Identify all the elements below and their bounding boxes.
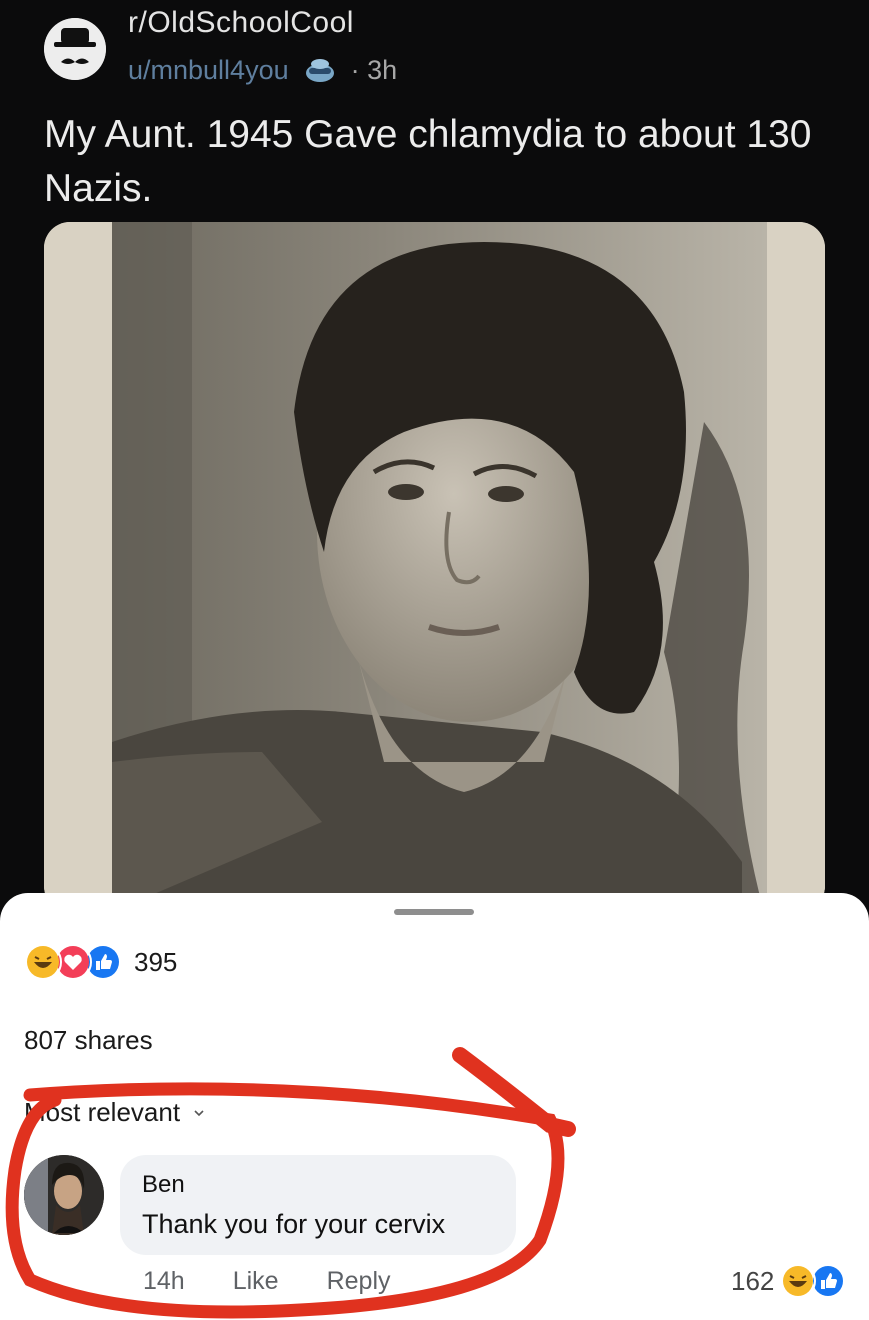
comment-sort-dropdown[interactable]: Most relevant	[24, 1097, 204, 1128]
username-link[interactable]: u/mnbull4you	[128, 55, 289, 86]
laugh-icon	[780, 1263, 817, 1299]
post-meta: u/mnbull4you · 3h	[128, 55, 397, 86]
comment-time[interactable]: 14h	[143, 1267, 185, 1296]
shares-count[interactable]: 807 shares	[24, 1025, 153, 1056]
reddit-post: r/OldSchoolCool u/mnbull4you · 3h My Aun…	[0, 0, 869, 912]
comment-reactions[interactable]: 162	[731, 1263, 847, 1299]
comment-reply-button[interactable]: Reply	[327, 1267, 391, 1296]
drag-handle[interactable]	[394, 909, 474, 915]
comment-author[interactable]: Ben	[142, 1171, 185, 1199]
laugh-icon	[24, 943, 62, 981]
comment-bubble[interactable]: Ben Thank you for your cervix	[120, 1155, 516, 1255]
user-flair-icon	[305, 58, 334, 82]
commenter-avatar[interactable]	[24, 1155, 104, 1235]
post-title[interactable]: My Aunt. 1945 Gave chlamydia to about 13…	[44, 108, 834, 216]
comment-actions: 14h Like Reply	[143, 1267, 439, 1296]
reaction-count: 395	[134, 946, 178, 977]
comment-text: Thank you for your cervix	[142, 1209, 446, 1239]
post-reactions[interactable]: 395	[24, 943, 177, 981]
subreddit-avatar[interactable]	[44, 18, 106, 80]
post-photo[interactable]	[44, 222, 825, 912]
comment-like-button[interactable]: Like	[233, 1267, 279, 1296]
subreddit-name[interactable]: r/OldSchoolCool	[128, 6, 354, 40]
comment-reaction-count: 162	[731, 1265, 775, 1296]
post-time: · 3h	[350, 55, 398, 85]
sort-label: Most relevant	[24, 1097, 181, 1127]
chevron-down-icon	[194, 1109, 204, 1116]
facebook-comments-sheet: 395 807 shares Most relevant Ben Thank y…	[0, 893, 869, 1320]
